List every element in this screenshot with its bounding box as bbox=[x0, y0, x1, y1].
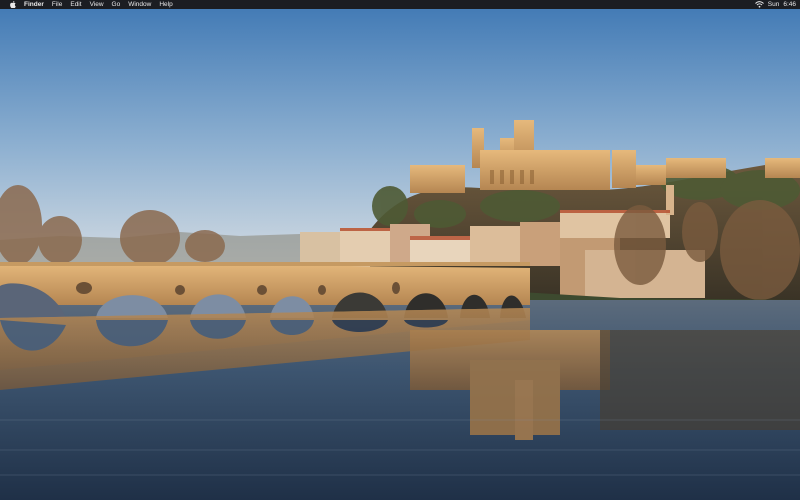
menu-help[interactable]: Help bbox=[159, 0, 172, 9]
menu-bar-status: Sun 6:46 bbox=[754, 0, 800, 9]
menu-bar-left: Finder File Edit View Go Window Help bbox=[0, 0, 181, 9]
clock-day[interactable]: Sun bbox=[768, 0, 780, 9]
wallpaper-image bbox=[0, 0, 800, 500]
menu-bar: Finder File Edit View Go Window Help Sun… bbox=[0, 0, 800, 9]
menu-window[interactable]: Window bbox=[128, 0, 151, 9]
menu-app-finder[interactable]: Finder bbox=[24, 0, 44, 9]
menu-go[interactable]: Go bbox=[112, 0, 121, 9]
wifi-icon[interactable] bbox=[754, 1, 764, 9]
menu-file[interactable]: File bbox=[52, 0, 62, 9]
clock-time[interactable]: 6:46 bbox=[783, 0, 796, 9]
desktop-wallpaper bbox=[0, 0, 800, 500]
menu-view[interactable]: View bbox=[90, 0, 104, 9]
menu-edit[interactable]: Edit bbox=[70, 0, 81, 9]
apple-icon[interactable] bbox=[9, 1, 16, 9]
